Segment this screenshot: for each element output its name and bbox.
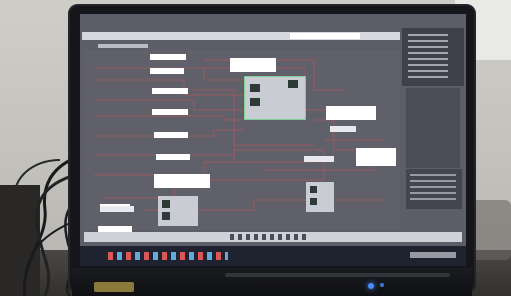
node-block (304, 156, 334, 162)
node-block (330, 126, 356, 132)
node-wires (94, 59, 384, 211)
selected-node-port (288, 80, 298, 88)
node-block (156, 154, 190, 160)
hinge-vent (225, 273, 450, 277)
node-panel-port (310, 186, 317, 193)
bottom-toolbar-controls (230, 234, 310, 240)
photo-scene (0, 0, 511, 296)
node-block (150, 68, 184, 74)
laptop-screen (80, 14, 466, 266)
node-block (152, 109, 188, 115)
taskbar-icons (108, 252, 228, 260)
selected-node-port (250, 98, 260, 106)
comment-box (356, 148, 396, 166)
comment-box (326, 106, 376, 120)
properties-panel-lower (406, 88, 460, 168)
status-led-2 (380, 283, 384, 287)
titlebar-left-widget (98, 44, 148, 48)
taskbar-tray (410, 252, 456, 258)
brand-sticker (94, 282, 134, 292)
comment-box (154, 174, 210, 188)
node-block (100, 206, 134, 212)
node-panel-port (162, 212, 170, 220)
node-panel-port (162, 200, 170, 208)
panel-bottom-lines (410, 174, 456, 204)
titlebar-widget (290, 33, 360, 39)
comment-box (230, 58, 276, 72)
status-led (368, 283, 374, 289)
panel-list-lines (408, 34, 448, 78)
node-panel-port (310, 198, 317, 205)
node-block (154, 132, 188, 138)
selected-node-port (250, 84, 260, 92)
node-block (150, 54, 186, 60)
node-block (152, 88, 188, 94)
